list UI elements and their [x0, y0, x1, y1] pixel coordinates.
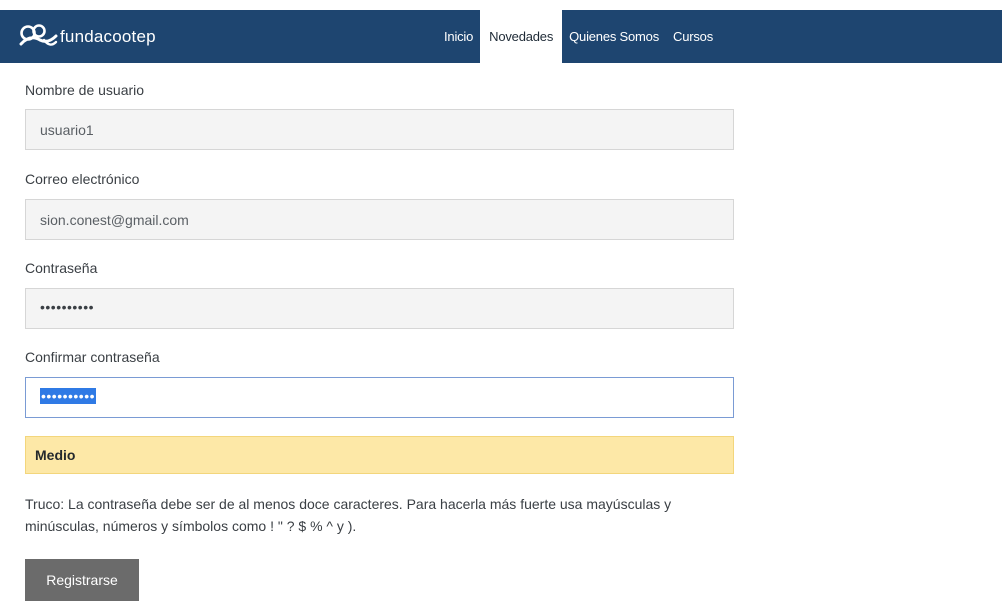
- confirm-password-label: Confirmar contraseña: [25, 349, 160, 365]
- username-field[interactable]: [25, 109, 734, 150]
- email-field[interactable]: [25, 199, 734, 240]
- password-strength-indicator: Medio: [25, 436, 734, 474]
- password-strength-label: Medio: [35, 447, 76, 463]
- logo-icon: [19, 24, 58, 46]
- top-navbar: fundacootep Inicio Novedades Quienes Som…: [0, 10, 1002, 63]
- password-hint: Truco: La contraseña debe ser de al meno…: [25, 496, 672, 534]
- email-label: Correo electrónico: [25, 171, 140, 187]
- nav-item-inicio[interactable]: Inicio: [437, 10, 480, 63]
- brand-name: fundacootep: [60, 27, 156, 46]
- nav-item-novedades[interactable]: Novedades: [480, 10, 563, 63]
- nav-item-cursos[interactable]: Cursos: [666, 10, 720, 63]
- password-label: Contraseña: [25, 260, 98, 276]
- confirm-password-field[interactable]: [25, 377, 734, 418]
- main-nav: Inicio Novedades Quienes Somos Cursos: [437, 10, 720, 63]
- nav-item-quienes-somos[interactable]: Quienes Somos: [562, 10, 666, 63]
- brand-logo[interactable]: fundacootep: [18, 22, 156, 52]
- password-field[interactable]: [25, 288, 734, 329]
- register-button[interactable]: Registrarse: [25, 559, 139, 601]
- username-label: Nombre de usuario: [25, 82, 145, 98]
